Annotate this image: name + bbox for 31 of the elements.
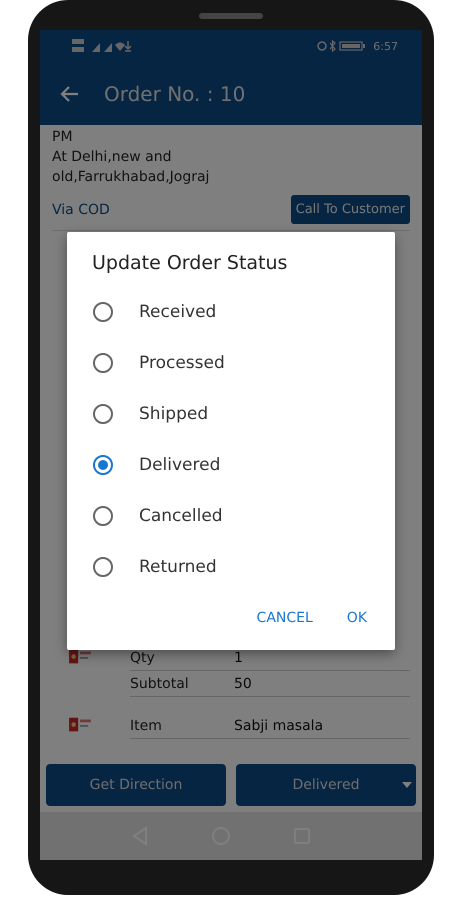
status-option[interactable]: Cancelled <box>67 490 395 541</box>
page-title: Order No. : 10 <box>104 82 246 106</box>
status-option[interactable]: Processed <box>67 337 395 388</box>
address-line: PM <box>52 128 74 147</box>
clock-time: 6:57 <box>373 40 398 52</box>
dialog-action-button[interactable]: OK <box>338 604 375 632</box>
row-value: Sabji masala <box>234 718 324 734</box>
signal-icons <box>72 39 132 53</box>
radio-button[interactable] <box>93 556 113 576</box>
speaker-slot <box>199 13 263 19</box>
status-option[interactable]: Shipped <box>67 388 395 439</box>
row-label: Subtotal <box>130 676 190 692</box>
row-value: 50 <box>234 676 252 692</box>
status-option[interactable]: Returned <box>67 541 395 592</box>
payment-method: Via COD <box>52 202 110 218</box>
row-label: Qty <box>130 650 156 666</box>
radio-button[interactable] <box>93 404 113 424</box>
radio-button[interactable] <box>93 302 113 322</box>
back-arrow-icon[interactable] <box>60 84 80 104</box>
radio-button[interactable] <box>93 506 113 526</box>
row-label: Item <box>130 718 163 734</box>
radio-button[interactable] <box>93 352 113 372</box>
status-option[interactable]: Received <box>67 286 395 337</box>
status-option[interactable]: Delivered <box>67 439 395 490</box>
radio-button[interactable] <box>93 454 113 474</box>
address-line: At Delhi,new and <box>52 148 172 167</box>
dialog-title: Update Order Status <box>91 252 288 274</box>
address-line: old,Farrukhabad,Jograj <box>52 168 210 187</box>
dialog-action-button[interactable]: CANCEL <box>248 604 321 632</box>
caret-icon <box>402 782 412 788</box>
row-value: 1 <box>234 650 243 666</box>
